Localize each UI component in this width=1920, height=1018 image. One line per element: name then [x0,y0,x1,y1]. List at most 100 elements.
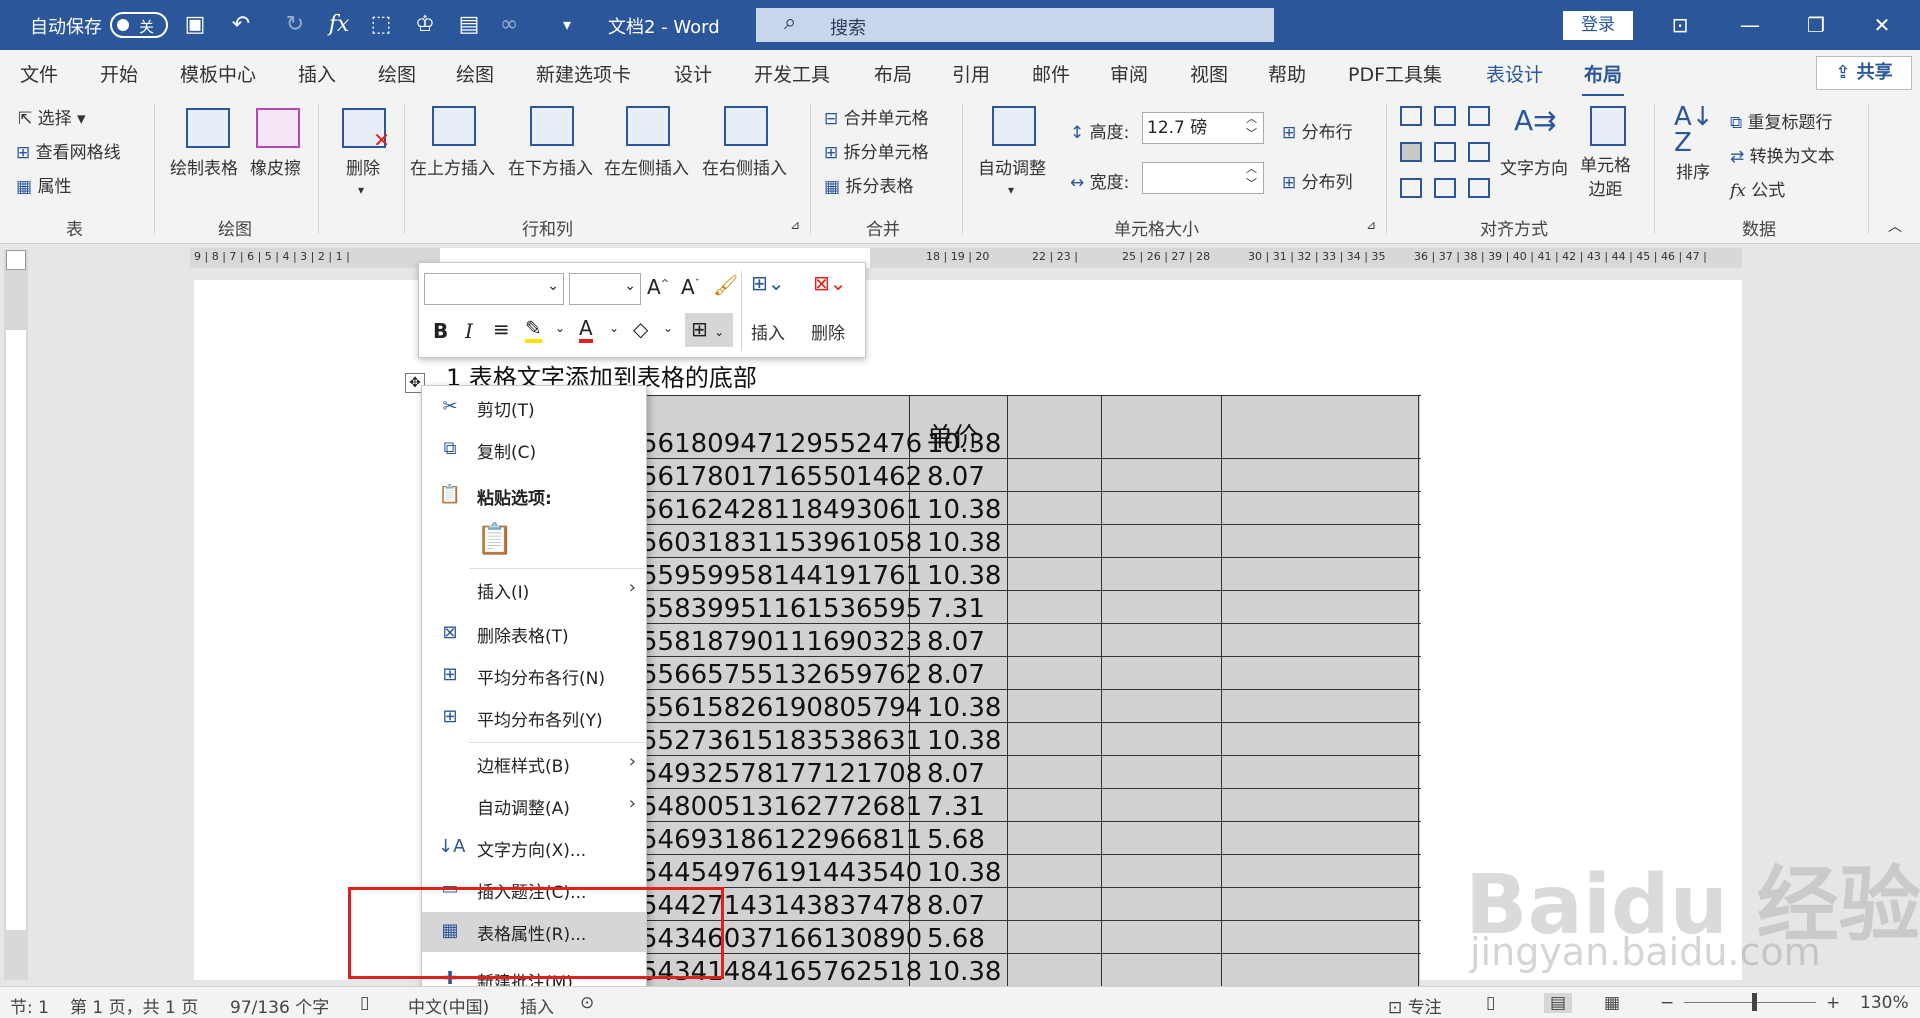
eraser-icon[interactable] [256,108,300,148]
login-button[interactable]: 登录 [1563,11,1633,40]
cell-code[interactable]: 56180947129552476 [641,429,922,459]
rows-columns-dialog-launcher[interactable]: ⊿ [790,218,800,232]
tab-help[interactable]: 帮助 [1268,60,1306,87]
tab-review[interactable]: 审阅 [1110,60,1148,87]
insert-below-button[interactable]: 在下方插入 [508,154,593,179]
bold-icon[interactable]: B [433,319,448,343]
web-layout-icon[interactable]: ▦ [1604,993,1620,1013]
sort-button[interactable]: 排序 [1676,158,1710,183]
close-icon[interactable]: ✕ [1862,10,1902,40]
repeat-header-button[interactable]: ⧉ 重复标题行 [1730,108,1833,133]
cell-code[interactable]: 55959958144191761 [641,561,922,591]
insert-table-icon[interactable]: ⊞⌄ [751,271,785,295]
format-painter-icon[interactable]: 🖌 [713,273,738,297]
cell-margins-icon[interactable] [1590,106,1626,146]
collapse-ribbon-icon[interactable]: ︿ [1888,216,1902,236]
tab-new-tab[interactable]: 新建选项卡 [536,60,631,87]
data-table[interactable]: 单价 56180947129552476 10.38 561780171655014… [640,395,1421,995]
tab-home[interactable]: 开始 [100,60,138,87]
menu-item-insert[interactable]: 插入(I) › [422,570,646,610]
align-top-left-icon[interactable] [1400,106,1422,126]
cell-code[interactable]: 54693186122966811 [641,825,922,855]
align-bottom-right-icon[interactable] [1468,178,1490,198]
tab-layout[interactable]: 布局 [874,60,912,87]
status-page[interactable]: 第 1 页，共 1 页 [70,993,198,1018]
proofing-icon[interactable]: ▯ [360,993,369,1013]
cell-code[interactable]: 55615826190805794 [641,693,922,723]
font-name-dropdown[interactable]: ⌄ [424,273,564,305]
insert-above-button[interactable]: 在上方插入 [410,154,495,179]
draw-table-icon[interactable] [186,108,230,148]
tab-selector-icon[interactable] [6,250,26,270]
formula-button[interactable]: fx 公式 [1730,176,1785,201]
cell-price[interactable]: 10.38 [927,858,1001,888]
tab-table-design[interactable]: 表设计 [1486,60,1543,87]
view-gridlines-button[interactable]: ⊞ 查看网格线 [16,138,121,163]
font-color-dropdown-icon[interactable]: ⌄ [609,321,619,335]
cell-price[interactable]: 10.38 [927,693,1001,723]
cell-code[interactable]: 54800513162772681 [641,792,922,822]
insert-right-icon[interactable] [724,106,768,146]
cell-price[interactable]: 7.31 [927,594,985,624]
split-cells-button[interactable]: ⊞ 拆分单元格 [824,138,929,163]
height-input[interactable]: 12.7 磅 ︿ ﹀ [1142,112,1264,144]
cell-price[interactable]: 8.07 [927,627,985,657]
cell-code[interactable]: 56162428118493061 [641,495,922,525]
cell-code[interactable]: 56031831153961058 [641,528,922,558]
menu-item-copy[interactable]: ⧉ 复制(C) [422,430,646,470]
menu-item-cut[interactable]: ✂ 剪切(T) [422,388,646,428]
minimize-icon[interactable]: — [1730,10,1770,40]
tab-view[interactable]: 视图 [1190,60,1228,87]
align-center-right-icon[interactable] [1468,142,1490,162]
tab-insert[interactable]: 插入 [298,60,336,87]
autofit-button[interactable]: 自动调整 ▾ [978,154,1046,199]
tab-file[interactable]: 文件 [20,60,58,87]
insert-left-icon[interactable] [626,106,670,146]
align-bottom-center-icon[interactable] [1434,178,1456,198]
align-center-icon[interactable] [1434,142,1456,162]
mini-insert-button[interactable]: 插入 [751,319,785,344]
cell-price[interactable]: 8.07 [927,462,985,492]
macro-icon[interactable]: ⊙ [580,993,594,1013]
text-direction-button[interactable]: 文字方向 [1500,154,1568,179]
cell-price[interactable]: 10.38 [927,561,1001,591]
cell-size-dialog-launcher[interactable]: ⊿ [1366,218,1376,232]
align-top-right-icon[interactable] [1468,106,1490,126]
cell-price[interactable]: 7.31 [927,792,985,822]
italic-icon[interactable]: I [465,319,473,343]
shading-icon[interactable]: ◇ [633,317,648,341]
highlight-icon[interactable]: ✎ [525,317,542,343]
delete-table-icon[interactable]: ✕ [342,108,390,152]
cell-code[interactable]: 54932578177121708 [641,759,922,789]
tab-template-center[interactable]: 模板中心 [180,60,256,87]
cell-price[interactable]: 5.68 [927,825,985,855]
insert-right-button[interactable]: 在右侧插入 [702,154,787,179]
align-top-center-icon[interactable] [1434,106,1456,126]
read-mode-icon[interactable]: ▯ [1486,993,1495,1013]
link-icon[interactable]: ∞ [494,10,524,40]
cell-code[interactable]: 55273615183538631 [641,726,922,756]
align-icon[interactable]: ≡ [493,317,510,341]
distribute-rows-button[interactable]: ⊞ 分布行 [1282,118,1353,143]
tab-pdf-tools[interactable]: PDF工具集 [1348,60,1442,87]
menu-item-distribute-columns[interactable]: ⊞ 平均分布各列(Y) [422,698,646,738]
tab-design[interactable]: 设计 [674,60,712,87]
redo-icon[interactable]: ↻ [280,10,310,40]
insert-above-icon[interactable] [432,106,476,146]
split-table-button[interactable]: ▦ 拆分表格 [824,172,913,197]
align-center-left-icon[interactable] [1400,142,1422,162]
mini-delete-button[interactable]: 删除 [811,319,845,344]
autofit-icon[interactable] [992,106,1036,146]
convert-to-text-button[interactable]: ⇄ 转换为文本 [1730,142,1835,167]
insert-left-button[interactable]: 在左侧插入 [604,154,689,179]
cell-code[interactable]: 54454976191443540 [641,858,922,888]
share-button[interactable]: ⇪ 共享 [1816,56,1912,90]
text-direction-icon[interactable]: A⇉ [1514,104,1557,137]
tab-mailings[interactable]: 邮件 [1032,60,1070,87]
cell-price[interactable]: 5.68 [927,924,985,954]
width-input[interactable]: ︿ ﹀ [1142,162,1264,194]
font-size-dropdown[interactable]: ⌄ [569,273,641,305]
vertical-ruler[interactable] [4,250,28,980]
status-language[interactable]: 中文(中国) [408,993,489,1018]
zoom-slider[interactable] [1684,1002,1816,1003]
